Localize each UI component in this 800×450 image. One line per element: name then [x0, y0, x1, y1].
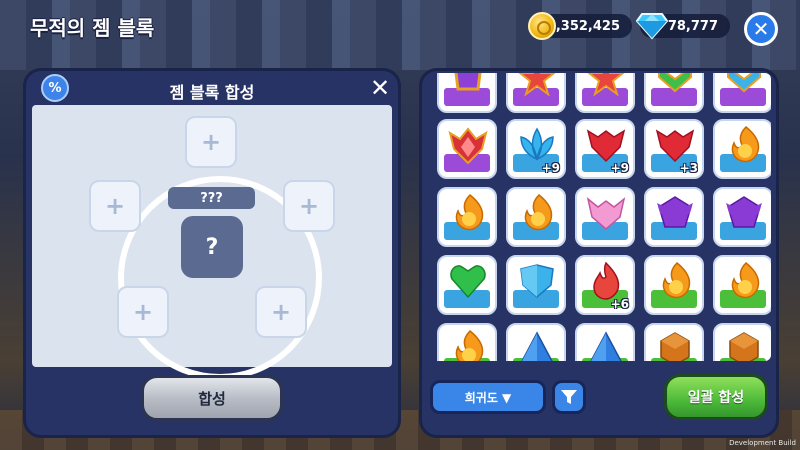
- close-icon: ✕: [752, 17, 770, 41]
- inventory-gem-tile[interactable]: [575, 323, 635, 361]
- plus-icon: +: [298, 192, 320, 220]
- gem-count-badge: +9: [610, 161, 629, 175]
- gem-inventory-grid[interactable]: +9 +9 +3 +6: [427, 73, 771, 361]
- inventory-gem-tile[interactable]: [437, 255, 497, 315]
- fusion-slot-1[interactable]: +: [185, 116, 237, 168]
- gem-count-badge: +9: [541, 161, 560, 175]
- plus-icon: +: [200, 128, 222, 156]
- page-title: 무적의 젬 블록: [30, 16, 155, 40]
- gem-blue-chevron-icon: [727, 73, 761, 93]
- gem-orange-flame-icon: [524, 193, 553, 231]
- inventory-gem-tile[interactable]: +6: [575, 255, 635, 315]
- bulk-fuse-button[interactable]: 일괄 합성: [664, 374, 768, 420]
- inventory-gem-tile[interactable]: [713, 187, 771, 247]
- fusion-result-preview: ?: [181, 216, 243, 278]
- inventory-gem-tile[interactable]: +9: [575, 119, 635, 179]
- gem-counter: 78,777: [636, 13, 730, 40]
- gem-orange-flame-icon: [662, 261, 691, 299]
- inventory-gem-tile[interactable]: [644, 73, 704, 113]
- gold-coin-icon: [528, 12, 556, 40]
- gem-blue-triangle-icon: [521, 331, 553, 361]
- gold-counter: 10,352,425: [528, 12, 632, 40]
- gem-orange-flame-icon: [455, 329, 484, 361]
- inventory-gem-tile[interactable]: +9: [506, 119, 566, 179]
- gem-purple-pentagon-icon: [726, 196, 762, 228]
- fusion-slot-2[interactable]: +: [89, 180, 141, 232]
- close-screen-button[interactable]: ✕: [744, 12, 778, 46]
- gem-orange-hexagon-icon: [729, 332, 759, 361]
- diamond-icon: [636, 13, 668, 40]
- gem-count-badge: +6: [610, 297, 629, 311]
- inventory-gem-tile[interactable]: [713, 323, 771, 361]
- inventory-gem-tile[interactable]: [575, 187, 635, 247]
- close-icon: ✕: [369, 74, 391, 102]
- gem-red-star-icon: [518, 73, 556, 97]
- development-build-label: Development Build: [729, 439, 796, 447]
- gem-count-badge: +3: [679, 161, 698, 175]
- inventory-gem-tile[interactable]: [644, 187, 704, 247]
- filter-button[interactable]: [552, 380, 586, 414]
- plus-icon: +: [132, 298, 154, 326]
- fusion-result-label: ???: [168, 187, 255, 209]
- inventory-gem-tile[interactable]: [437, 187, 497, 247]
- sort-by-rarity-button[interactable]: 희귀도 ▼: [430, 380, 546, 414]
- gem-amount: 78,777: [667, 18, 718, 34]
- gem-red-winged-icon: [448, 127, 488, 165]
- inventory-gem-tile[interactable]: [506, 187, 566, 247]
- fusion-slot-5[interactable]: +: [255, 286, 307, 338]
- gem-blue-shield-icon: [520, 264, 554, 298]
- plus-icon: +: [104, 192, 126, 220]
- gem-blue-lotus-icon: [520, 127, 554, 161]
- gem-red-flame-icon: [593, 261, 620, 300]
- plus-icon: +: [270, 298, 292, 326]
- gem-green-chevron-icon: [658, 73, 692, 93]
- inventory-gem-tile[interactable]: [575, 73, 635, 113]
- inventory-gem-tile[interactable]: [506, 323, 566, 361]
- gem-orange-flame-icon: [731, 125, 760, 163]
- gem-red-winged-heart-icon: [586, 129, 626, 163]
- gem-red-star-icon: [587, 73, 625, 97]
- inventory-gem-tile[interactable]: [506, 73, 566, 113]
- inventory-gem-tile[interactable]: [644, 323, 704, 361]
- gem-orange-hexagon-icon: [660, 332, 690, 361]
- inventory-gem-tile[interactable]: [437, 119, 497, 179]
- inventory-gem-tile[interactable]: [644, 255, 704, 315]
- gem-pink-wings-icon: [586, 197, 626, 230]
- gem-purple-crown-icon: [454, 73, 482, 91]
- inventory-gem-tile[interactable]: [506, 255, 566, 315]
- inventory-gem-tile[interactable]: [713, 119, 771, 179]
- inventory-gem-tile[interactable]: [437, 73, 497, 113]
- inventory-gem-tile[interactable]: [437, 323, 497, 361]
- fusion-slot-3[interactable]: +: [283, 180, 335, 232]
- inventory-gem-tile[interactable]: +3: [644, 119, 704, 179]
- fuse-button[interactable]: 합성: [141, 375, 283, 421]
- gem-orange-flame-icon: [455, 193, 484, 231]
- close-panel-button[interactable]: ✕: [366, 74, 394, 102]
- gem-blue-triangle-icon: [590, 331, 622, 361]
- gem-green-heart-icon: [450, 265, 486, 299]
- gem-red-winged-heart-icon: [655, 129, 695, 163]
- fusion-panel-title: 젬 블록 합성: [169, 83, 255, 102]
- gem-orange-flame-icon: [731, 261, 760, 299]
- inventory-gem-tile[interactable]: [713, 255, 771, 315]
- fusion-slot-4[interactable]: +: [117, 286, 169, 338]
- gem-purple-pentagon-icon: [657, 196, 693, 228]
- filter-icon: [561, 390, 577, 404]
- inventory-gem-tile[interactable]: [713, 73, 771, 113]
